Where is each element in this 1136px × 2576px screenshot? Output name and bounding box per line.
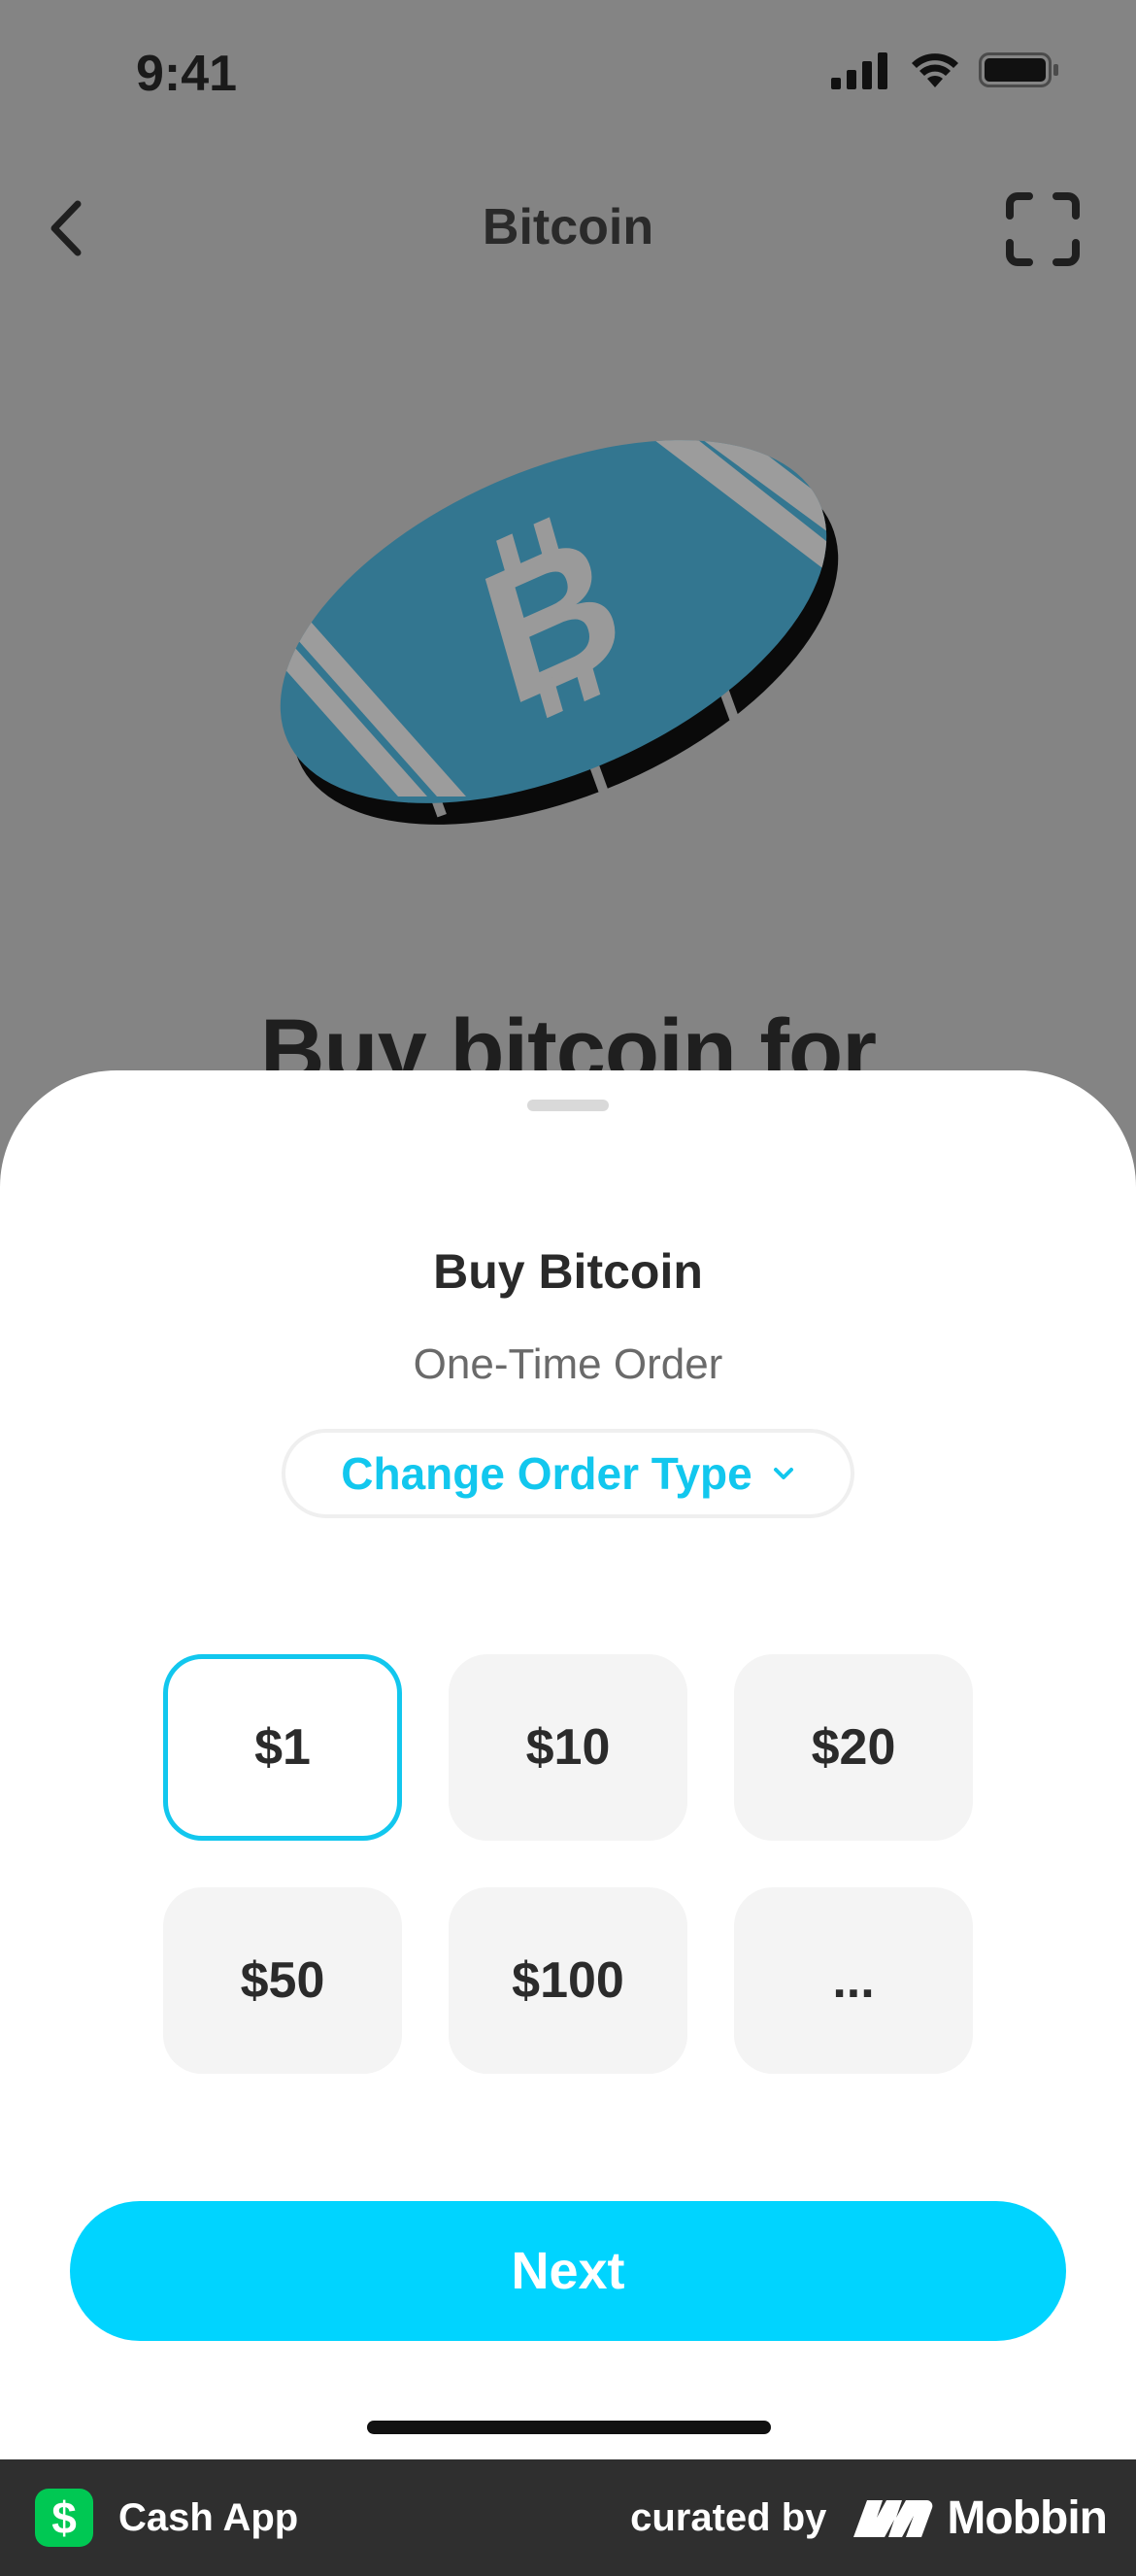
mobbin-brand: Mobbin bbox=[947, 2491, 1108, 2544]
amount-option-50[interactable]: $50 bbox=[163, 1887, 402, 2074]
cash-app-icon: $ bbox=[35, 2489, 93, 2547]
app-attribution: $ Cash App bbox=[35, 2489, 298, 2547]
app-name: Cash App bbox=[118, 2495, 299, 2539]
page-title: Bitcoin bbox=[482, 199, 654, 255]
mobbin-logo: Mobbin bbox=[852, 2491, 1108, 2545]
order-type-label: One-Time Order bbox=[413, 1340, 723, 1388]
curated-by-label: curated by bbox=[630, 2495, 827, 2539]
change-order-type-label: Change Order Type bbox=[341, 1448, 752, 1499]
scan-icon bbox=[1006, 192, 1080, 266]
mobbin-mark-icon bbox=[853, 2500, 933, 2537]
scan-button[interactable] bbox=[1004, 190, 1082, 268]
wifi-icon bbox=[912, 53, 958, 87]
next-button[interactable]: Next bbox=[70, 2201, 1066, 2341]
amount-option-1[interactable]: $1 bbox=[163, 1654, 402, 1841]
curator-attribution: curated by Mobbin bbox=[630, 2491, 1108, 2545]
amount-option-custom[interactable]: ... bbox=[734, 1887, 973, 2074]
home-indicator[interactable] bbox=[367, 2421, 771, 2434]
battery-icon bbox=[979, 52, 1058, 87]
bitcoin-coin-illustration: B bbox=[262, 427, 882, 825]
cellular-signal-icon bbox=[831, 52, 887, 89]
status-icons bbox=[831, 51, 1060, 89]
sheet-drag-handle[interactable] bbox=[527, 1100, 609, 1111]
status-time: 9:41 bbox=[136, 46, 238, 102]
chevron-down-icon bbox=[773, 1468, 793, 1479]
attribution-footer: $ Cash App curated by Mobbin bbox=[0, 2459, 1136, 2576]
change-order-type-button[interactable]: Change Order Type bbox=[282, 1429, 854, 1518]
amount-option-10[interactable]: $10 bbox=[449, 1654, 687, 1841]
amount-option-20[interactable]: $20 bbox=[734, 1654, 973, 1841]
sheet-title: Buy Bitcoin bbox=[433, 1244, 703, 1299]
amount-option-100[interactable]: $100 bbox=[449, 1887, 687, 2074]
